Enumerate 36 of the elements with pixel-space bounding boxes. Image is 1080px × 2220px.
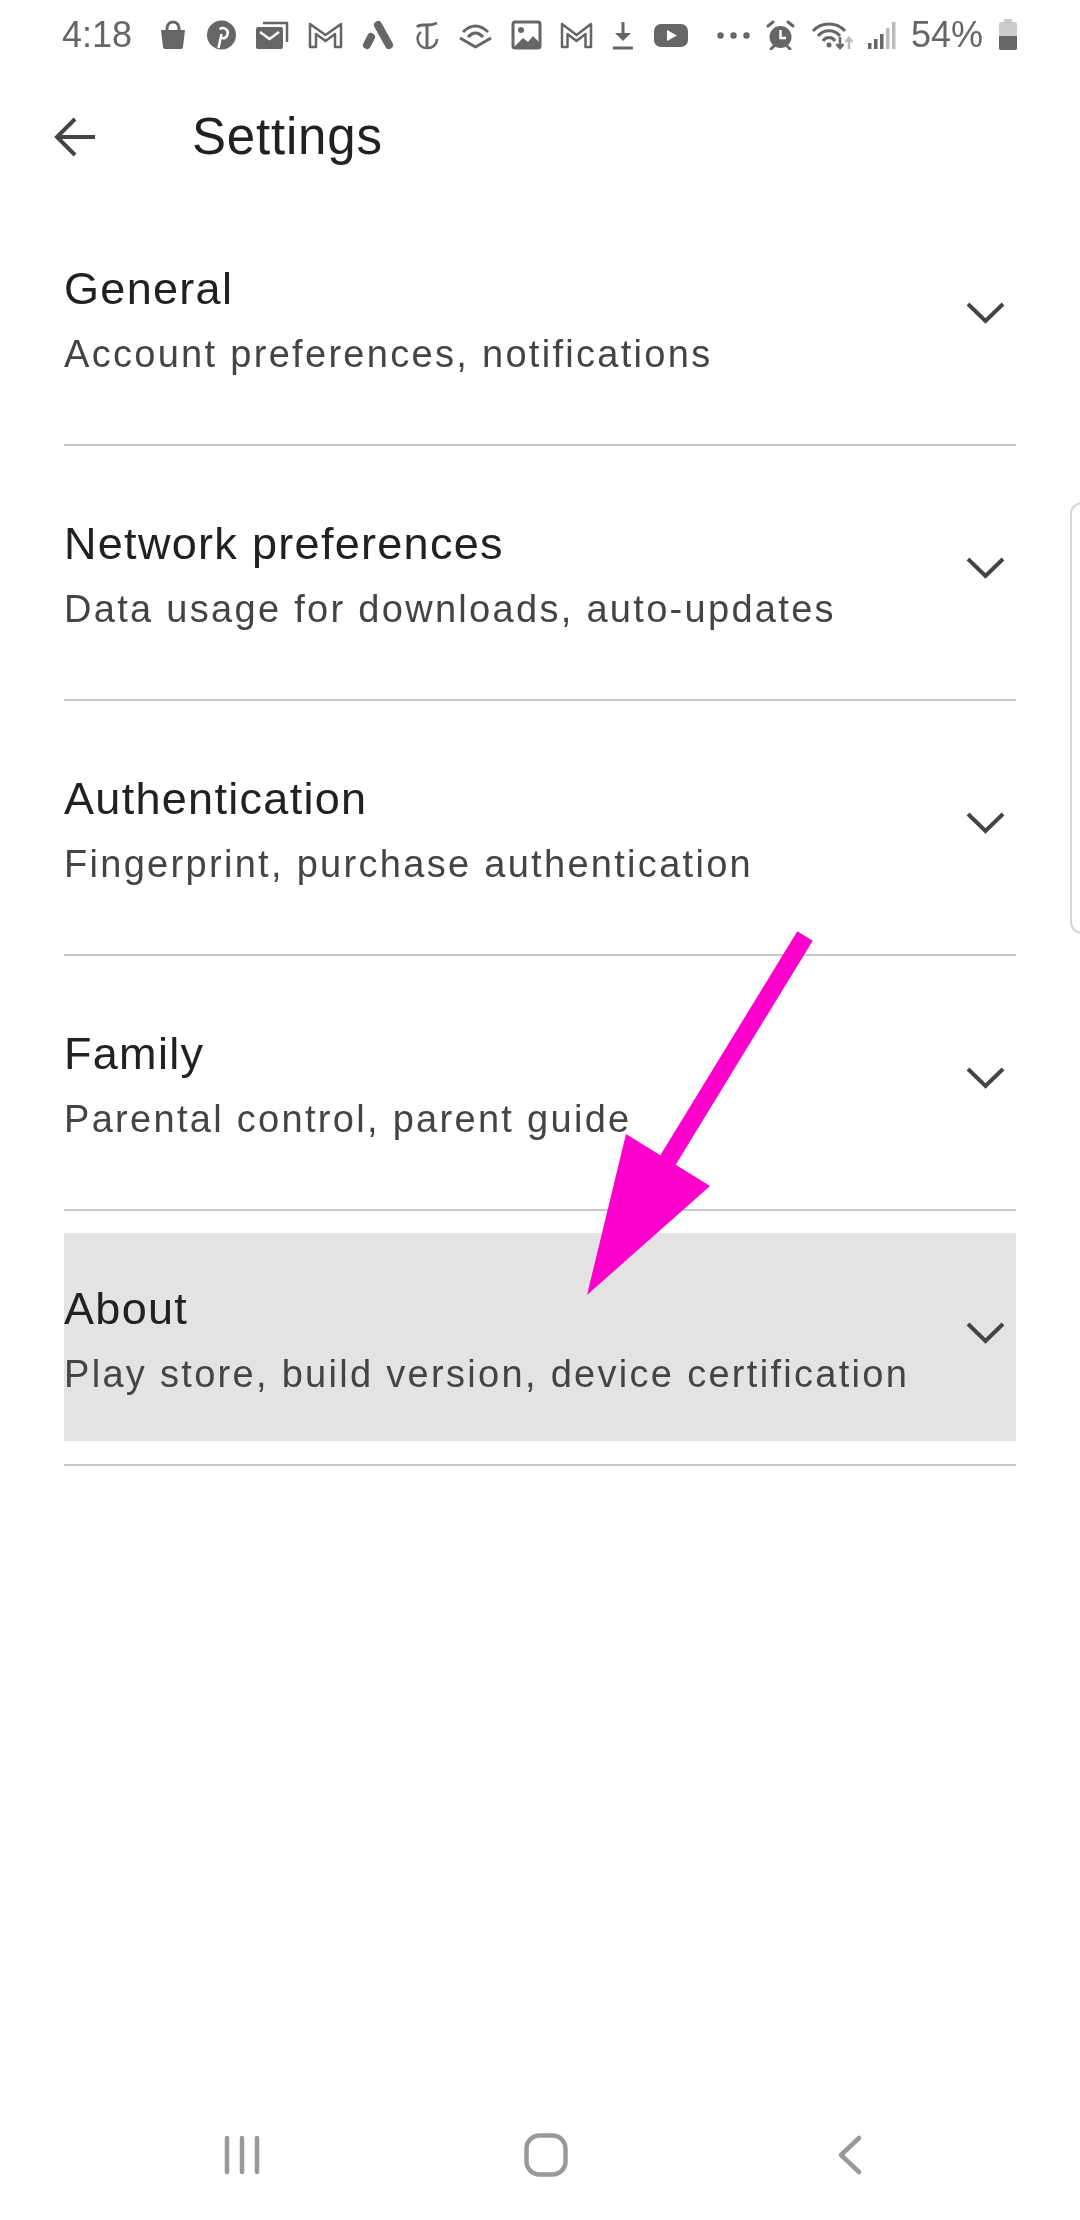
recent-apps-button[interactable]: [224, 2135, 260, 2175]
gothic-t-icon: [414, 20, 441, 50]
section-title: General: [64, 263, 234, 315]
home-icon: [524, 2133, 568, 2177]
download-icon: [611, 20, 636, 50]
section-title: Family: [64, 1028, 205, 1080]
section-subtitle: Data usage for downloads, auto-updates: [64, 587, 836, 632]
circle-p-icon: [206, 20, 238, 50]
settings-row[interactable]: Authentication Fingerprint, purchase authentication: [64, 723, 1016, 931]
settings-row[interactable]: General Account preferences, notifications: [64, 213, 1016, 421]
wifi-icon: [811, 20, 854, 50]
section-subtitle: Parental control, parent guide: [64, 1097, 632, 1142]
section-title: Authentication: [64, 773, 368, 825]
back-chevron-icon: [838, 2135, 862, 2175]
settings-row[interactable]: Family Parental control, parent guide: [64, 978, 1016, 1186]
recent-apps-icon: [224, 2135, 260, 2175]
battery-icon: [998, 19, 1019, 51]
m-outline-icon: [560, 20, 594, 50]
section-subtitle: Fingerprint, purchase authentication: [64, 842, 754, 887]
m-outline-icon: [308, 20, 344, 50]
section-subtitle: Account preferences, notifications: [64, 332, 713, 377]
mail-icon: [255, 20, 291, 50]
nav-back-button[interactable]: [838, 2135, 862, 2175]
alarm-clock-icon: [765, 20, 797, 50]
battery-percent: 54%: [911, 15, 984, 55]
section-title: Network preferences: [64, 518, 504, 570]
settings-row[interactable]: Network preferences Data usage for downloads, auto-updates: [64, 468, 1016, 676]
page-title: Settings: [192, 106, 383, 167]
section-subtitle: Play store, build version, device certification: [64, 1352, 910, 1397]
settings-row[interactable]: About Play store, build version, device certification: [64, 1233, 1016, 1441]
status-time: 4:18: [62, 15, 133, 55]
image-icon: [511, 20, 543, 50]
home-button[interactable]: [524, 2133, 568, 2177]
section-title: About: [64, 1283, 189, 1335]
signal-icon: [868, 20, 897, 50]
more-dots-icon: [717, 31, 751, 39]
